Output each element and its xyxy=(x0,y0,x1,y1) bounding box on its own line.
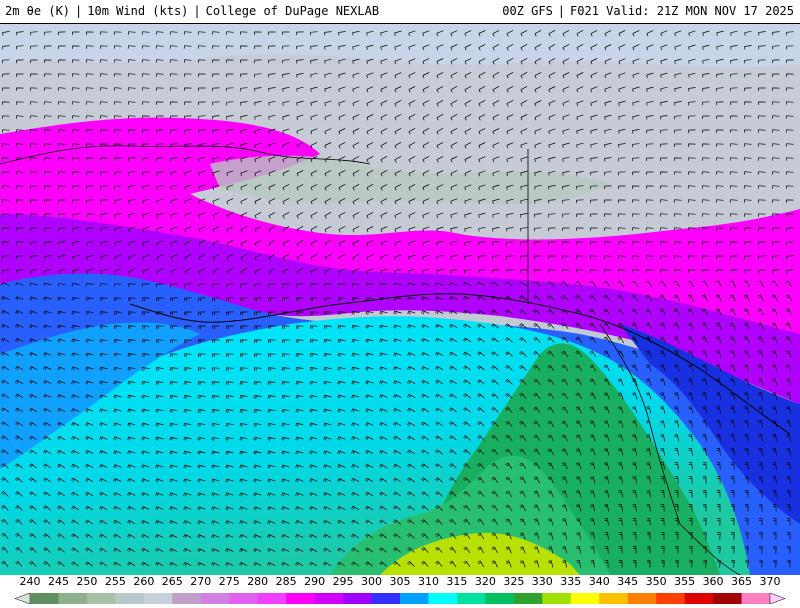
scale-cell xyxy=(58,593,74,604)
scale-cell xyxy=(627,593,643,604)
scale-cell xyxy=(755,593,771,604)
scale-tick-label: 260 xyxy=(133,575,155,588)
scale-cell xyxy=(143,593,159,604)
scale-cell xyxy=(414,593,429,604)
scale-cell xyxy=(727,593,743,604)
scale-cell xyxy=(570,593,586,604)
scale-tick-label: 315 xyxy=(446,575,468,588)
scale-cell xyxy=(684,593,700,604)
scale-tick-label: 270 xyxy=(190,575,212,588)
scale-tick-label: 350 xyxy=(645,575,667,588)
scale-labels: 240 245 250 255 260 265 270 275 280 285 290 295 300 3… xyxy=(0,575,800,589)
source-label: College of DuPage NEXLAB xyxy=(205,4,380,18)
scale-cell xyxy=(314,593,330,604)
model-label: 00Z GFS xyxy=(502,4,553,18)
scale-cell xyxy=(44,593,59,604)
scale-tick-label: 240 xyxy=(19,575,41,588)
scale-cell xyxy=(656,593,671,604)
scale-cell xyxy=(613,593,629,604)
scale-tick-label: 310 xyxy=(417,575,439,588)
scale-tick-label: 285 xyxy=(275,575,297,588)
scale-tick-label: 325 xyxy=(503,575,525,588)
valid-time-label: F021 Valid: 21Z MON NOV 17 2025 xyxy=(570,4,794,18)
scale-cell xyxy=(400,593,415,604)
scale-tick-label: 280 xyxy=(247,575,269,588)
scale-tick-label: 335 xyxy=(560,575,582,588)
scale-cell xyxy=(271,593,287,604)
scale-cell xyxy=(513,593,529,604)
scale-tick-label: 275 xyxy=(218,575,240,588)
scale-cell xyxy=(357,593,373,604)
separator: | xyxy=(193,4,201,18)
scale-cell xyxy=(456,593,472,604)
scale-tick-label: 250 xyxy=(76,575,98,588)
scale-cell xyxy=(328,593,344,604)
scale-tick-label: 365 xyxy=(731,575,753,588)
scale-cell xyxy=(86,593,102,604)
scale-cell xyxy=(72,593,88,604)
scale-cell xyxy=(499,593,515,604)
scale-cell xyxy=(471,593,486,604)
scale-tick-label: 255 xyxy=(104,575,126,588)
scale-tick-label: 305 xyxy=(389,575,411,588)
scale-cell xyxy=(585,593,600,604)
color-scale-svg xyxy=(14,592,786,605)
scale-tick-label: 265 xyxy=(161,575,183,588)
scale-tick-label: 340 xyxy=(588,575,610,588)
scale-cell xyxy=(243,593,259,604)
scale-tick-label: 300 xyxy=(361,575,383,588)
scale-cell xyxy=(343,593,358,604)
scale-cell xyxy=(485,593,501,604)
scale-cell xyxy=(200,593,216,604)
scale-cell xyxy=(599,593,614,604)
header-right: 00Z GFS | F021 Valid: 21Z MON NOV 17 2025 xyxy=(502,4,794,18)
scale-tick-label: 345 xyxy=(617,575,639,588)
scale-cell xyxy=(286,593,301,604)
scale-right-arrow xyxy=(769,592,786,605)
scale-cell xyxy=(186,593,202,604)
scale-cell xyxy=(129,593,145,604)
map-svg xyxy=(0,24,800,575)
scale-cell xyxy=(371,593,387,604)
scale-cell xyxy=(30,593,45,604)
scale-cell xyxy=(229,593,244,604)
map-header: 2m θe (K) | 10m Wind (kts) | College of DuPa… xyxy=(0,0,800,24)
scale-left-arrow xyxy=(14,592,31,605)
scale-cell xyxy=(542,593,558,604)
scale-tick-label: 370 xyxy=(759,575,781,588)
wind-label: 10m Wind (kts) xyxy=(87,4,189,18)
scale-cell xyxy=(528,593,543,604)
scale-cell xyxy=(741,593,757,604)
scale-tick-label: 295 xyxy=(332,575,354,588)
scale-tick-label: 355 xyxy=(674,575,696,588)
scale-cell xyxy=(713,593,728,604)
weather-map[interactable] xyxy=(0,24,800,575)
scale-cell xyxy=(670,593,686,604)
scale-tick-label: 245 xyxy=(47,575,69,588)
scale-cell xyxy=(556,593,572,604)
separator: | xyxy=(557,4,566,18)
scale-cell xyxy=(215,593,230,604)
scale-cell xyxy=(300,593,316,604)
scale-cell xyxy=(115,593,131,604)
separator: | xyxy=(75,4,83,18)
scale-cell xyxy=(172,593,188,604)
scale-cell xyxy=(641,593,657,604)
scale-tick-label: 290 xyxy=(304,575,326,588)
scale-cell xyxy=(257,593,273,604)
scale-cell xyxy=(428,593,444,604)
scale-cell xyxy=(442,593,458,604)
scale-tick-label: 320 xyxy=(474,575,496,588)
scale-cell xyxy=(698,593,714,604)
scale-cell xyxy=(158,593,173,604)
header-left: 2m θe (K) | 10m Wind (kts) | College of DuPa… xyxy=(5,4,379,18)
scale-cell xyxy=(385,593,401,604)
field-label: 2m θe (K) xyxy=(5,4,71,18)
scale-cell xyxy=(101,593,116,604)
color-scale xyxy=(0,589,800,605)
scale-tick-label: 360 xyxy=(702,575,724,588)
scale-tick-label: 330 xyxy=(531,575,553,588)
